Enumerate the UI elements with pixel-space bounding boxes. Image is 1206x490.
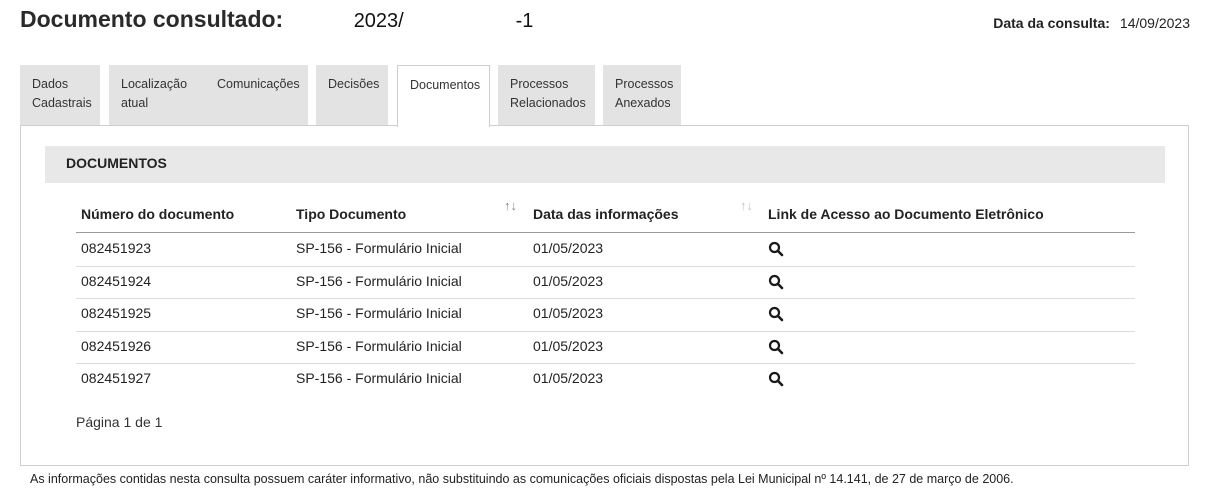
tab-dados-cadastrais[interactable]: Dados Cadastrais — [20, 65, 100, 125]
section-header: DOCUMENTOS — [45, 146, 1165, 183]
document-number-cell: 082451925 — [81, 305, 152, 321]
documents-panel: DOCUMENTOS Número do documento Tipo Docu… — [20, 125, 1189, 466]
document-type-cell: SP-156 - Formulário Inicial — [296, 337, 462, 354]
document-number-redacted: 0001. — [303, 10, 354, 33]
table-row: 082451924 SP-156 - Formulário Inicial 01/0… — [76, 266, 1135, 298]
page-title-label: Documento consultado: — [20, 6, 284, 32]
tab-label: Cadastrais — [32, 96, 92, 110]
search-icon[interactable] — [768, 274, 784, 290]
pagination-info: Página 1 de 1 — [76, 414, 163, 430]
tab-processos-anexados[interactable]: Processos Anexados — [603, 65, 681, 125]
tab-label: Processos — [510, 77, 569, 91]
tab-decisoes[interactable]: Decisões — [316, 65, 388, 125]
search-icon[interactable] — [768, 339, 784, 355]
column-header-numero: Número do documento — [81, 206, 235, 222]
tab-localizacao-atual[interactable]: Localização atual — [109, 65, 215, 125]
document-number-year: 2023/ — [353, 10, 404, 32]
document-number-cell: 082451927 — [81, 370, 152, 386]
search-icon[interactable] — [768, 306, 784, 322]
tab-label: Decisões — [328, 77, 380, 91]
sort-icon[interactable]: ↑↓ — [740, 198, 753, 213]
table-row: 082451927 SP-156 - Formulário Inicial 01/0… — [76, 363, 1135, 395]
tab-label: atual — [121, 96, 149, 110]
document-type-cell: SP-156 - Formulário Inicial — [296, 240, 462, 256]
document-number-redacted: 0000000 — [409, 10, 488, 33]
document-number-cell: 082451924 — [81, 272, 152, 289]
document-date-cell: 01/05/2023 — [533, 272, 604, 289]
tab-documentos[interactable]: Documentos — [397, 65, 490, 127]
consult-date-label: Data da consulta: — [993, 15, 1110, 31]
document-type-cell: SP-156 - Formulário Inicial — [296, 272, 462, 289]
document-date-cell: 01/05/2023 — [533, 337, 604, 354]
document-type-cell: SP-156 - Formulário Inicial — [296, 370, 462, 386]
column-header-tipo: Tipo Documento — [296, 206, 407, 222]
tab-label: Processos — [615, 77, 674, 91]
tab-label: Localização — [121, 77, 188, 91]
document-date-cell: 01/05/2023 — [533, 240, 604, 256]
table-row: 082451926 SP-156 - Formulário Inicial 01/0… — [76, 331, 1135, 363]
tab-label: Anexados — [615, 96, 671, 110]
document-type-cell: SP-156 - Formulário Inicial — [296, 305, 462, 321]
document-number-cell: 082451923 — [81, 240, 152, 256]
column-header-link: Link de Acesso ao Documento Eletrônico — [768, 206, 1044, 222]
search-icon[interactable] — [768, 241, 784, 257]
tab-label: Dados — [32, 77, 69, 91]
sort-icon[interactable]: ↑↓ — [504, 198, 517, 213]
tab-label: Comunicações — [217, 77, 300, 91]
document-date-cell: 01/05/2023 — [533, 305, 604, 321]
document-date-cell: 01/05/2023 — [533, 370, 604, 386]
table-row: 082451923 SP-156 - Formulário Inicial 01/0… — [76, 233, 1135, 265]
consult-date-value: 14/09/2023 — [1119, 15, 1190, 31]
document-number-suffix: -1 — [515, 10, 534, 32]
footer-note: As informações contidas nesta consulta p… — [30, 472, 1014, 486]
tab-label: Documentos — [410, 78, 481, 92]
tab-comunicacoes[interactable]: Comunicações — [205, 65, 308, 125]
consult-date: Data da consulta: 14/09/2023 — [993, 15, 1190, 31]
section-title: DOCUMENTOS — [66, 155, 167, 171]
tab-label: Relacionados — [510, 96, 586, 110]
page-title: Documento consultado: 0001.2023/0000000 -… — [20, 6, 533, 33]
document-number-cell: 082451926 — [81, 337, 152, 354]
tab-processos-relacionados[interactable]: Processos Relacionados — [498, 65, 595, 125]
search-icon[interactable] — [768, 371, 784, 387]
table-row: 082451925 SP-156 - Formulário Inicial 01/0… — [76, 298, 1135, 330]
column-header-data: Data das informações — [533, 206, 679, 222]
document-number: 0001.2023/0000000 -1 — [303, 10, 534, 33]
